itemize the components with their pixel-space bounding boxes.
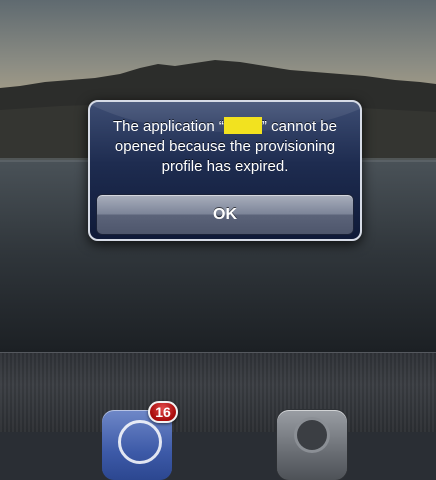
alert-dialog: The application “” cannot be opened beca… <box>88 100 362 241</box>
settings-icon[interactable] <box>277 410 347 480</box>
notification-badge: 16 <box>148 401 178 423</box>
gear-icon <box>297 420 327 450</box>
dock <box>0 352 436 432</box>
alert-message: The application “” cannot be opened beca… <box>98 117 352 177</box>
app-store-ring-icon <box>118 420 162 464</box>
dock-texture <box>0 353 436 432</box>
alert-message-start: The application “ <box>113 118 224 135</box>
redacted-app-name <box>223 117 262 134</box>
ok-button[interactable]: OK <box>96 194 354 235</box>
